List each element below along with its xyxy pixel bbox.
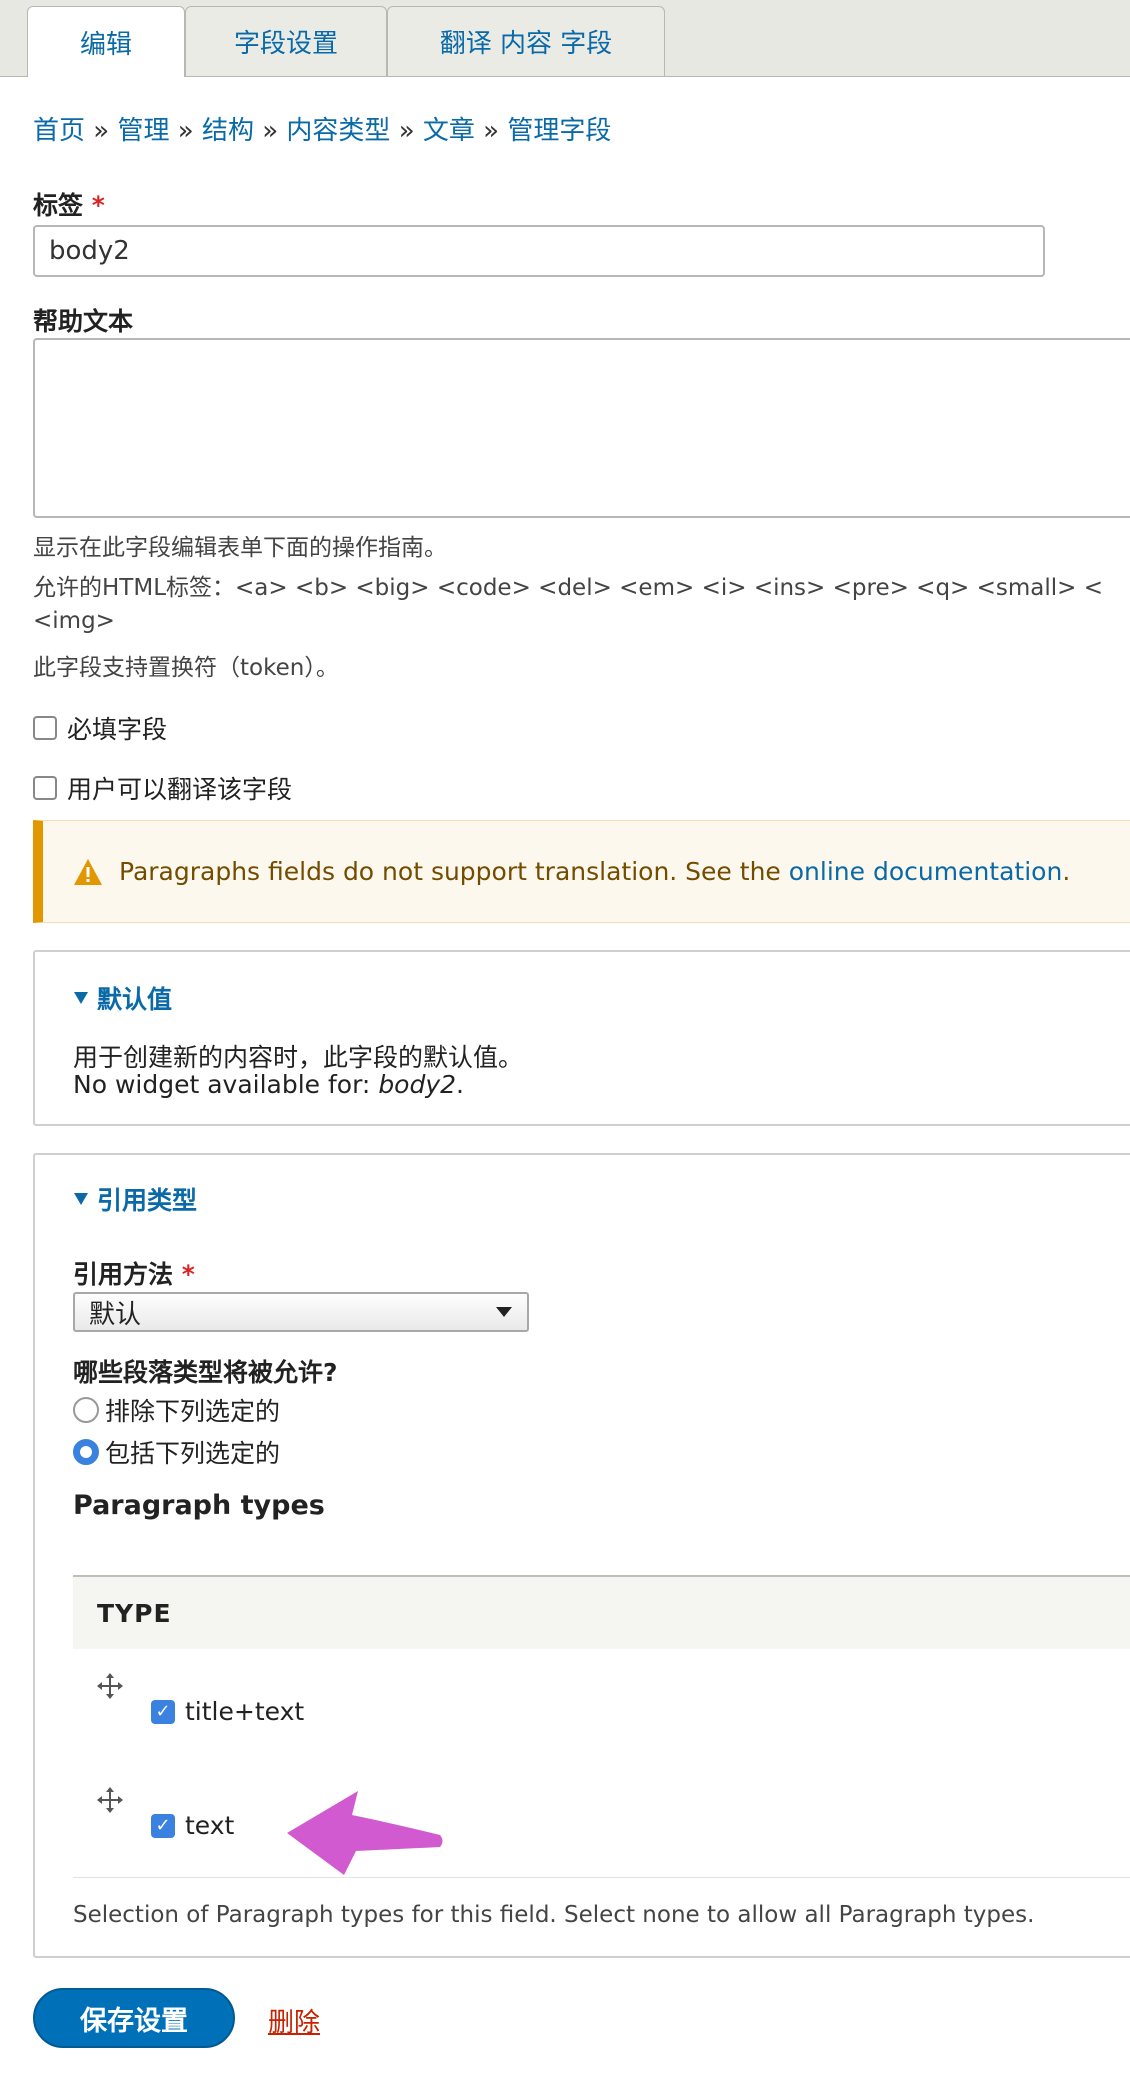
default-value-summary-label: 默认值 <box>97 985 173 1014</box>
tab-label: 翻译 内容 字段 <box>439 29 613 59</box>
radio-exclude-label: 排除下列选定的 <box>105 1397 281 1426</box>
breadcrumb-link[interactable]: 结构 <box>202 116 254 146</box>
drag-handle-icon[interactable] <box>95 1671 125 1709</box>
reference-method-text: 引用方法 <box>73 1260 174 1289</box>
online-documentation-link[interactable]: online documentation <box>789 857 1063 886</box>
triangle-down-icon <box>74 992 88 1004</box>
translatable-checkbox-row[interactable]: 用户可以翻译该字段 <box>33 770 292 806</box>
chevron-down-icon <box>496 1307 512 1317</box>
translation-warning: Paragraphs fields do not support transla… <box>33 820 1130 923</box>
help-text-label: 帮助文本 <box>33 307 134 336</box>
reference-type-summary[interactable]: 引用类型 <box>73 1181 197 1217</box>
translatable-checkbox-label: 用户可以翻译该字段 <box>67 775 293 804</box>
breadcrumb-separator: » <box>177 116 194 146</box>
token-support-note: 此字段支持置换符（token）。 <box>33 655 339 681</box>
tab-field-settings[interactable]: 字段设置 <box>185 6 387 76</box>
reference-type-summary-label: 引用类型 <box>97 1186 198 1215</box>
reference-method-label: 引用方法 * <box>73 1255 195 1291</box>
no-widget-end: . <box>456 1070 464 1099</box>
allowed-html-tags: 允许的HTML标签：<a> <b> <big> <code> <del> <em… <box>33 575 1104 601</box>
warning-message: Paragraphs fields do not support transla… <box>119 857 1070 886</box>
breadcrumb-link[interactable]: 管理字段 <box>507 116 611 146</box>
breadcrumb-link[interactable]: 文章 <box>423 116 475 146</box>
paragraph-types-heading: Paragraph types <box>73 1490 325 1521</box>
triangle-down-icon <box>74 1193 88 1205</box>
breadcrumb-separator: » <box>483 116 500 146</box>
reference-type-fieldset: 引用类型 引用方法 * 默认 哪些段落类型将被允许? 排除下列选定的 包括下列选… <box>33 1153 1130 1958</box>
label-input-value: body2 <box>49 236 130 266</box>
tab-edit[interactable]: 编辑 <box>27 6 185 77</box>
annotation-arrow-icon <box>287 1791 443 1875</box>
radio-include-label: 包括下列选定的 <box>105 1439 281 1468</box>
warning-end: . <box>1062 857 1071 886</box>
tab-translate-fields[interactable]: 翻译 内容 字段 <box>387 6 665 76</box>
drag-handle-icon[interactable] <box>95 1785 125 1823</box>
no-widget-message: No widget available for: body2. <box>73 1070 464 1099</box>
radio-include[interactable] <box>73 1439 99 1465</box>
allowed-types-label: 哪些段落类型将被允许? <box>73 1358 338 1387</box>
table-row: ✓ text <box>73 1763 1130 1878</box>
translatable-checkbox[interactable] <box>33 776 57 800</box>
breadcrumb-link[interactable]: 首页 <box>33 116 85 146</box>
breadcrumb-separator: » <box>93 116 110 146</box>
delete-link[interactable]: 删除 <box>268 2002 320 2039</box>
label-field-label: 标签 * <box>33 186 105 222</box>
label-input[interactable]: body2 <box>33 225 1045 277</box>
default-value-fieldset: 默认值 用于创建新的内容时，此字段的默认值。 No widget availab… <box>33 950 1130 1126</box>
tab-bar: 编辑 字段设置 翻译 内容 字段 <box>0 0 1130 77</box>
paragraph-type-checkbox-row[interactable]: ✓ title+text <box>151 1697 304 1726</box>
paragraph-type-checkbox[interactable]: ✓ <box>151 1699 175 1724</box>
no-widget-prefix: No widget available for: <box>73 1070 379 1099</box>
reference-method-select[interactable]: 默认 <box>73 1292 529 1332</box>
table-header: TYPE <box>73 1575 1130 1651</box>
save-settings-button[interactable]: 保存设置 <box>33 1988 235 2048</box>
radio-include-row[interactable]: 包括下列选定的 <box>73 1434 280 1470</box>
breadcrumb-separator: » <box>398 116 415 146</box>
radio-exclude[interactable] <box>73 1397 99 1423</box>
help-text-textarea[interactable] <box>33 338 1130 518</box>
required-field-checkbox-row[interactable]: 必填字段 <box>33 710 167 746</box>
label-text: 标签 <box>33 191 84 220</box>
table-row: ✓ title+text <box>73 1649 1130 1764</box>
required-checkbox[interactable] <box>33 716 57 740</box>
breadcrumb-separator: » <box>262 116 279 146</box>
default-value-description: 用于创建新的内容时，此字段的默认值。 <box>73 1043 524 1072</box>
required-marker: * <box>91 191 105 220</box>
allowed-html-tags-cont: <img> <box>33 608 115 634</box>
paragraph-types-description: Selection of Paragraph types for this fi… <box>73 1902 1035 1928</box>
radio-exclude-row[interactable]: 排除下列选定的 <box>73 1392 280 1428</box>
save-settings-label: 保存设置 <box>80 2005 188 2037</box>
paragraph-type-label: text <box>185 1811 235 1840</box>
tab-label: 编辑 <box>79 29 132 60</box>
paragraph-type-label: title+text <box>185 1697 305 1726</box>
tab-label: 字段设置 <box>233 29 338 59</box>
required-marker: * <box>181 1260 195 1289</box>
paragraph-type-checkbox-row[interactable]: ✓ text <box>151 1811 234 1840</box>
breadcrumb: 首页 » 管理 » 结构 » 内容类型 » 文章 » 管理字段 <box>33 110 611 147</box>
breadcrumb-link[interactable]: 内容类型 <box>286 116 390 146</box>
breadcrumb-link[interactable]: 管理 <box>117 116 169 146</box>
warning-triangle-icon <box>74 859 102 885</box>
help-text-description: 显示在此字段编辑表单下面的操作指南。 <box>33 535 447 561</box>
reference-method-value: 默认 <box>89 1299 142 1330</box>
required-checkbox-label: 必填字段 <box>67 715 168 744</box>
type-column-header: TYPE <box>97 1599 172 1628</box>
paragraph-type-checkbox[interactable]: ✓ <box>151 1813 175 1838</box>
warning-text: Paragraphs fields do not support transla… <box>119 857 789 886</box>
no-widget-field-name: body2 <box>378 1070 457 1099</box>
default-value-summary[interactable]: 默认值 <box>73 980 172 1016</box>
